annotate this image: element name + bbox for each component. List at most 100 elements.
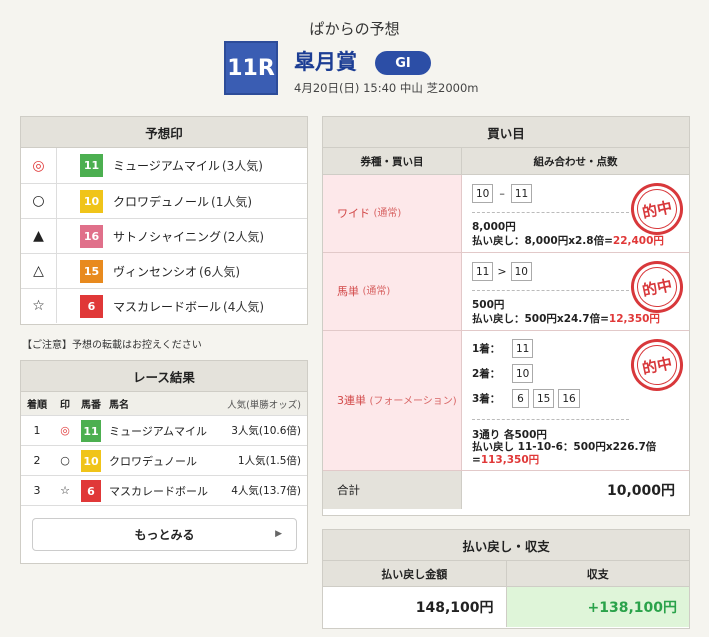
results-panel-title: レース結果 [21,361,307,392]
popularity: (6人気) [199,264,241,279]
caution-note: 【ご注意】予想の転載はお控えください [22,340,202,351]
bets-panel: 買い目 券種・買い目 組み合わせ・点数 ワイド (通常) 10 – 11 8,0… [322,116,690,516]
payout-value: 113,350円 [480,454,540,467]
divider [472,290,629,291]
result-rank: 3 [33,484,41,497]
horse-number-badge: 10 [81,450,101,472]
race-name: 皐月賞 [294,50,357,74]
bet-body-wide: 10 – 11 8,000円 払い戻し：8,000円x2.8倍=22,400円 … [462,175,689,252]
horse-name-text: サトノシャイニング [113,229,222,244]
horse-name-text: ミュージアムマイル [113,159,220,173]
horse-number-badge: 11 [80,154,103,177]
payout-value: 22,400円 [612,235,664,247]
result-popularity: 1人気(1.5倍) [237,455,301,467]
bet-row-wide: ワイド (通常) 10 – 11 8,000円 払い戻し：8,000円x2.8倍… [323,175,689,253]
bet-body-umatan: 11 > 10 500円 払い戻し：500円x24.7倍=12,350円 的中 [462,253,689,330]
result-popularity: 3人気(10.6倍) [231,425,301,437]
result-row: 3 ☆ 6 マスカレードボール 4人気(13.7倍) [21,476,307,506]
more-button[interactable]: もっとみる ▶ [32,518,297,551]
horse-name: サトノシャイニング (2人気) [113,219,264,253]
col-pop: 人気(単勝オッズ) [227,399,301,411]
payout-formula: 払い戻し：8,000円x2.8倍= [472,235,613,247]
prediction-row: ◎ 11 ミュージアムマイル (3人気) [21,148,307,183]
col-payout-amount: 払い戻し金額 [381,567,448,581]
hit-stamp-icon: 的中 [626,256,688,318]
race-number-badge: 11R [224,41,278,95]
bet-type-trifecta: 3連単 (フォーメーション) [323,331,462,470]
combo-box: 10 [512,364,534,383]
bet-amount: 500円 [472,299,505,311]
divider [472,212,629,213]
bet-amount: 8,000円 [472,221,516,233]
prediction-mark: ○ [21,184,57,218]
bet-body-trifecta: 1着： 11 2着： 10 3着： 6 15 16 3通り 各500円 払い戻し… [462,331,689,470]
horse-number-badge: 6 [80,295,103,318]
bet-type-umatan: 馬単 (通常) [323,253,462,330]
prediction-panel: 予想印 ◎ 11 ミュージアムマイル (3人気) ○ 10 クロワデュノール (1人気) ▲ 16… [20,116,308,325]
total-row: 合計 10,000円 [323,471,689,509]
result-popularity: 4人気(13.7倍) [231,485,301,497]
bet-amount: 3通り 各500円 [472,429,547,441]
result-horse-name: マスカレードボール [109,484,208,498]
bet-type-label: ワイド [337,206,370,220]
horse-number-badge: 10 [80,190,103,213]
total-value: 10,000円 [606,483,675,499]
horse-number-badge: 11 [81,420,101,442]
col-combination: 組み合わせ・点数 [533,155,618,168]
combo-box: 11 [510,184,533,203]
combo-box: 11 [472,262,494,281]
payout-formula: 払い戻し：500円x24.7倍= [472,313,609,325]
bet-type-label: 3連単 [337,393,366,407]
hit-stamp-icon: 的中 [626,178,688,240]
divider [472,419,629,420]
combo-box: 6 [512,389,529,408]
payout-line: 払い戻し 11-10-6：500円x226.7倍=113,350円 [472,441,677,467]
combo-separator: > [497,265,507,278]
result-row: 1 ◎ 11 ミュージアムマイル 3人気(10.6倍) [21,416,307,446]
horse-name: ミュージアムマイル (3人気) [113,148,263,183]
race-meta: 4月20日(日) 15:40 中山 芝2000m [294,81,479,95]
horse-name-text: マスカレードボール [113,299,222,314]
result-mark: ○ [60,454,70,467]
horse-name-text: クロワデュノール [113,194,210,209]
bet-type-wide: ワイド (通常) [323,175,462,252]
prediction-row: △ 15 ヴィンセンシオ (6人気) [21,253,307,288]
position-label: 1着： [472,343,501,355]
payout-amount: 148,100円 [415,600,494,616]
payout-panel-title: 払い戻し・収支 [323,530,689,561]
payout-panel: 払い戻し・収支 払い戻し金額 収支 148,100円 +138,100円 [322,529,690,629]
horse-name-text: ヴィンセンシオ [113,264,198,279]
combo-box: 15 [533,389,555,408]
combo-box: 16 [558,389,580,408]
result-mark: ◎ [60,424,70,437]
position-label: 3着： [472,393,501,405]
result-row: 2 ○ 10 クロワデュノール 1人気(1.5倍) [21,446,307,476]
results-header-row: 着順 印 馬番 馬名 人気(単勝オッズ) [21,392,307,416]
horse-number-badge: 6 [81,480,101,502]
col-balance: 収支 [505,561,690,586]
result-mark: ☆ [60,484,70,497]
hit-stamp-icon: 的中 [626,334,688,396]
horse-number-badge: 16 [80,225,103,248]
result-horse-name: クロワデュノール [109,454,197,468]
col-mark: 印 [60,400,70,411]
payout-header-row: 払い戻し金額 収支 [323,561,689,587]
popularity: (2人気) [223,229,265,244]
col-rank: 着順 [27,400,47,411]
popularity: (4人気) [223,299,265,314]
prediction-row: ○ 10 クロワデュノール (1人気) [21,183,307,218]
horse-name: ヴィンセンシオ (6人気) [113,254,240,288]
prediction-row: ☆ 6 マスカレードボール (4人気) [21,288,307,323]
prediction-mark: ▲ [21,219,57,253]
payout-values-row: 148,100円 +138,100円 [323,587,689,627]
bet-type-sub: (通常) [373,207,402,219]
bets-header-row: 券種・買い目 組み合わせ・点数 [323,148,689,175]
prediction-mark: ☆ [21,289,57,323]
result-rank: 2 [33,454,41,467]
combo-box: 10 [510,262,532,281]
bet-type-label: 馬単 [337,284,359,298]
prediction-mark: ◎ [21,148,57,183]
position-label: 2着： [472,368,501,380]
bet-type-sub: (フォーメーション) [369,395,457,407]
page-title: ぱからの予想 [309,20,400,38]
